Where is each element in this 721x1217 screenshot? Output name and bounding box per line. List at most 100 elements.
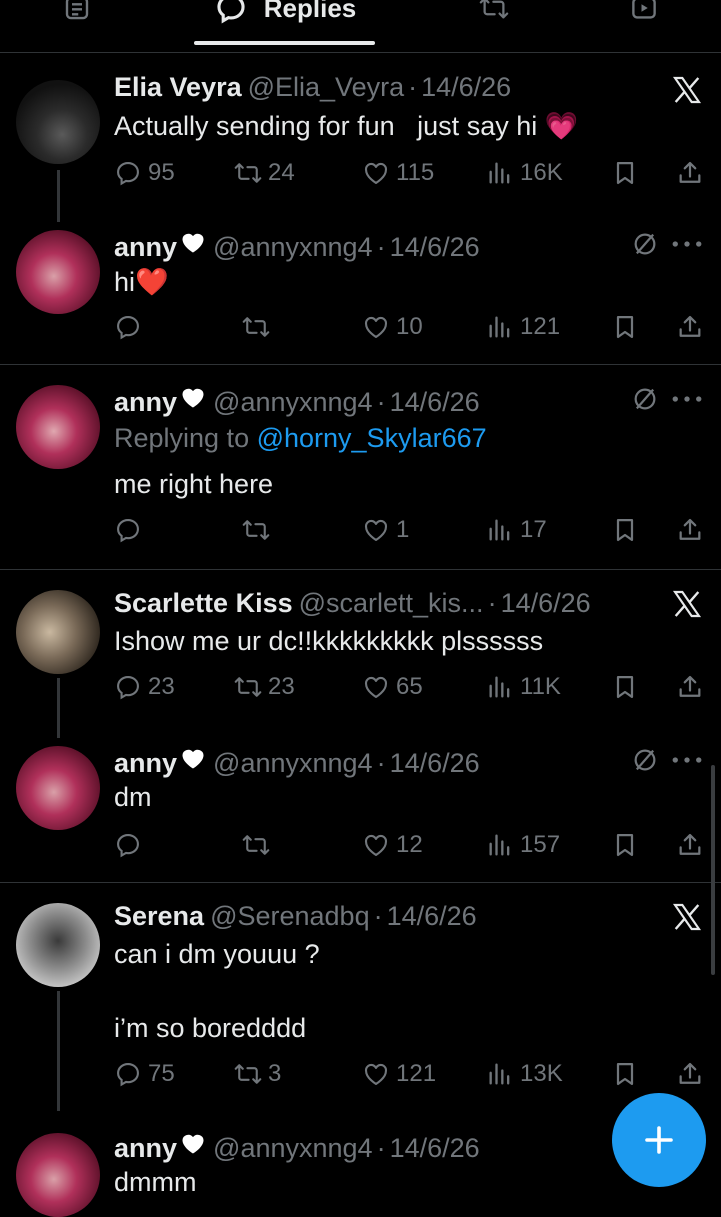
share-button[interactable]: [676, 1057, 710, 1091]
reply-post[interactable]: anny @annyxnng4 · 14/6/26 hi❤️ 10 121: [0, 212, 721, 364]
display-name[interactable]: Elia Veyra: [114, 72, 242, 103]
tab-reposts[interactable]: [472, 0, 516, 28]
action-bar: 95 24 115 16K: [114, 156, 704, 190]
like-button[interactable]: 65: [362, 670, 423, 704]
bookmark-icon: [611, 673, 639, 701]
username[interactable]: @annyxnng4: [213, 232, 373, 263]
display-name[interactable]: Serena: [114, 901, 204, 932]
reply-button[interactable]: [114, 513, 148, 547]
bookmark-button[interactable]: [611, 156, 645, 190]
username[interactable]: @Serenadbq: [210, 901, 370, 932]
reply-button[interactable]: [114, 828, 148, 862]
avatar[interactable]: [16, 385, 100, 469]
reply-icon: [114, 673, 142, 701]
post-text: can i dm youuu ?: [114, 939, 320, 969]
reply-button[interactable]: 75: [114, 1057, 175, 1091]
display-name[interactable]: Scarlette Kiss: [114, 588, 293, 619]
share-button[interactable]: [676, 670, 710, 704]
like-button[interactable]: 1: [362, 513, 409, 547]
reply-button[interactable]: 95: [114, 156, 175, 190]
reply-post[interactable]: Scarlette Kiss @scarlett_kis... · 14/6/2…: [0, 570, 721, 738]
grok-icon[interactable]: [631, 230, 659, 258]
avatar[interactable]: [16, 80, 100, 164]
grok-icon[interactable]: [631, 746, 659, 774]
separator-dot: ·: [376, 1133, 386, 1163]
reply-count: 95: [148, 159, 175, 186]
username[interactable]: @annyxnng4: [213, 748, 373, 779]
like-button[interactable]: 12: [362, 828, 423, 862]
more-options-icon[interactable]: [671, 239, 703, 249]
share-button[interactable]: [676, 310, 710, 344]
x-logo-icon[interactable]: [671, 74, 703, 106]
views-button[interactable]: 17: [486, 513, 547, 547]
bookmark-button[interactable]: [611, 513, 645, 547]
more-options-icon[interactable]: [671, 394, 703, 404]
avatar[interactable]: [16, 1133, 100, 1217]
repost-button[interactable]: [242, 513, 276, 547]
bookmark-button[interactable]: [611, 828, 645, 862]
tab-media[interactable]: [622, 0, 666, 28]
post-header: anny @annyxnng4 · 14/6/26: [114, 744, 480, 779]
post-text: Actually sending for fun just say hi 💗: [114, 110, 578, 142]
reply-button[interactable]: 23: [114, 670, 175, 704]
x-logo-icon[interactable]: [671, 901, 703, 933]
repost-button[interactable]: [242, 310, 276, 344]
display-name[interactable]: anny: [114, 387, 177, 418]
views-button[interactable]: 157: [486, 828, 560, 862]
post-header: anny @annyxnng4 · 14/6/26: [114, 228, 480, 263]
display-name[interactable]: anny: [114, 748, 177, 779]
tab-replies[interactable]: Replies: [195, 0, 375, 28]
tab-replies-label: Replies: [263, 0, 357, 23]
more-options-icon[interactable]: [671, 755, 703, 765]
display-name[interactable]: anny: [114, 1133, 177, 1164]
bookmark-button[interactable]: [611, 310, 645, 344]
views-button[interactable]: 121: [486, 310, 560, 344]
thread-line: [57, 678, 60, 738]
view-count: 121: [520, 313, 561, 340]
like-button[interactable]: 10: [362, 310, 423, 344]
white-heart-emoji: [179, 228, 207, 256]
repost-button[interactable]: [242, 828, 276, 862]
username[interactable]: @scarlett_kis...: [299, 588, 484, 619]
action-bar: 12 157: [114, 828, 704, 862]
avatar[interactable]: [16, 903, 100, 987]
reply-post[interactable]: anny @annyxnng4 · 14/6/26 Replying to @h…: [0, 365, 721, 569]
compose-button[interactable]: [612, 1093, 706, 1187]
reply-post[interactable]: anny @annyxnng4 · 14/6/26 dm 12 157: [0, 730, 721, 882]
views-button[interactable]: 11K: [486, 670, 561, 704]
like-button[interactable]: 115: [362, 156, 434, 190]
bookmark-button[interactable]: [611, 670, 645, 704]
grok-icon[interactable]: [631, 385, 659, 413]
scrollbar[interactable]: [711, 765, 715, 975]
avatar[interactable]: [16, 746, 100, 830]
bookmark-button[interactable]: [611, 1057, 645, 1091]
views-button[interactable]: 13K: [486, 1057, 563, 1091]
post-text: dm: [114, 782, 152, 812]
repost-button[interactable]: 3: [234, 1057, 281, 1091]
share-button[interactable]: [676, 828, 710, 862]
reply-post[interactable]: Elia Veyra @Elia_Veyra · 14/6/26 Actuall…: [0, 52, 721, 222]
share-button[interactable]: [676, 513, 710, 547]
like-count: 12: [396, 831, 423, 858]
avatar[interactable]: [16, 230, 100, 314]
separator-dot: ·: [376, 232, 386, 262]
reply-button[interactable]: [114, 310, 148, 344]
display-name[interactable]: anny: [114, 232, 177, 263]
like-button[interactable]: 121: [362, 1057, 436, 1091]
reply-icon: [114, 831, 142, 859]
avatar[interactable]: [16, 590, 100, 674]
x-logo-icon[interactable]: [671, 588, 703, 620]
reply-post[interactable]: Serena @Serenadbq · 14/6/26 can i dm you…: [0, 883, 721, 1113]
share-button[interactable]: [676, 156, 710, 190]
views-button[interactable]: 16K: [486, 156, 563, 190]
username[interactable]: @annyxnng4: [213, 387, 373, 418]
repost-button[interactable]: 23: [234, 670, 295, 704]
post-date: 14/6/26: [421, 72, 512, 102]
pink-heart-emoji: 💗: [544, 111, 579, 141]
tab-highlights[interactable]: [55, 0, 99, 28]
username[interactable]: @annyxnng4: [213, 1133, 373, 1164]
repost-button[interactable]: 24: [234, 156, 295, 190]
reply-icon: [114, 159, 142, 187]
mention-link[interactable]: @horny_Skylar667: [257, 423, 487, 453]
username[interactable]: @Elia_Veyra: [248, 72, 405, 103]
